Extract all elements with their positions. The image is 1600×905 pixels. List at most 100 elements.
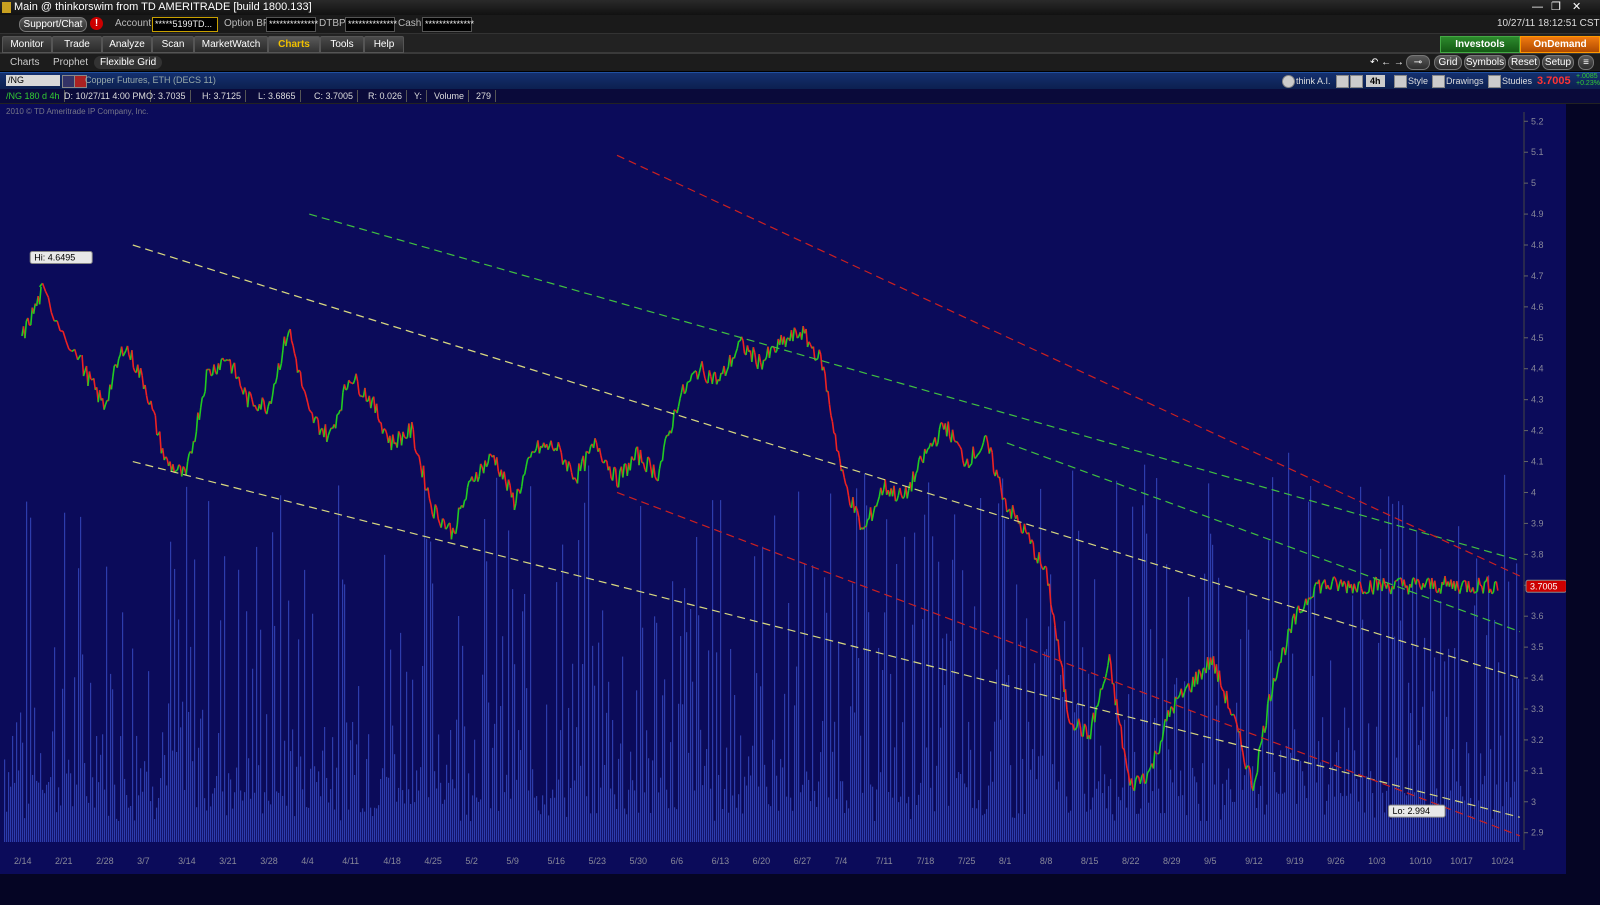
tab-tools[interactable]: Tools — [320, 36, 364, 53]
price-segment — [893, 485, 897, 502]
alert-icon[interactable]: ! — [90, 17, 103, 30]
style-icon[interactable] — [1394, 75, 1407, 88]
crosshair-icon[interactable] — [1336, 75, 1349, 88]
price-segment — [249, 393, 253, 400]
volume-bar — [424, 483, 426, 842]
price-chart[interactable]: 2.933.13.23.33.43.53.63.73.83.944.14.24.… — [0, 104, 1566, 874]
restore-button[interactable]: ❐ — [1551, 0, 1561, 15]
price-segment — [478, 463, 482, 477]
close-button[interactable]: ✕ — [1572, 0, 1581, 15]
volume-bar — [1028, 721, 1030, 842]
volume-bar — [138, 795, 140, 842]
price-segment — [976, 452, 980, 456]
volume-bar — [1340, 793, 1342, 842]
volume-bar — [978, 800, 980, 842]
price-segment — [1491, 591, 1494, 595]
volume-bar — [484, 519, 486, 842]
tab-trade[interactable]: Trade — [52, 36, 102, 53]
volume-bar — [832, 751, 834, 842]
volume-bar — [1364, 812, 1366, 842]
price-segment — [1085, 726, 1089, 740]
subtab-charts[interactable]: Charts — [10, 56, 39, 69]
volume-bar — [412, 679, 414, 842]
price-segment — [1477, 577, 1482, 586]
volume-bar — [364, 811, 366, 842]
volume-bar — [1130, 786, 1132, 842]
investools-button[interactable]: Investools — [1440, 36, 1520, 53]
volume-bar — [798, 491, 800, 842]
volume-bar — [214, 788, 216, 842]
volume-bar — [652, 760, 654, 842]
symbols-button[interactable]: Symbols — [1464, 55, 1506, 70]
price-segment — [377, 418, 381, 423]
volume-bar — [28, 803, 30, 842]
volume-bar — [908, 796, 910, 842]
support-chat-button[interactable]: Support/Chat — [19, 17, 87, 32]
price-segment — [956, 441, 960, 445]
grid-menu-icon[interactable]: ≡ — [1578, 55, 1594, 70]
setup-button[interactable]: Setup — [1542, 55, 1574, 70]
volume-bar — [1158, 788, 1160, 842]
volume-bar — [1396, 757, 1398, 842]
volume-bar — [410, 803, 412, 842]
tab-monitor[interactable]: Monitor — [2, 36, 52, 53]
volume-bar — [1170, 769, 1172, 842]
volume-bar — [1126, 807, 1128, 842]
interval-selector[interactable]: 4h — [1366, 75, 1385, 87]
style-button[interactable]: Style — [1408, 75, 1428, 87]
volume-bar — [472, 795, 474, 842]
volume-bar — [1084, 793, 1086, 842]
volume-bar — [704, 765, 706, 842]
volume-bar — [1494, 619, 1496, 842]
price-segment — [304, 391, 308, 398]
reset-button[interactable]: Reset — [1508, 55, 1540, 70]
volume-bar — [944, 685, 946, 842]
volume-bar — [546, 704, 548, 842]
minimize-button[interactable]: — — [1532, 0, 1543, 15]
price-segment — [352, 379, 356, 385]
volume-bar — [1186, 815, 1188, 842]
tab-charts[interactable]: Charts — [268, 36, 320, 53]
studies-button[interactable]: Studies — [1502, 75, 1532, 87]
price-segment — [753, 352, 758, 365]
tab-analyze[interactable]: Analyze — [102, 36, 152, 53]
volume-bar — [256, 546, 258, 842]
price-segment — [1439, 581, 1443, 594]
price-segment — [846, 486, 850, 497]
chart-canvas[interactable]: 2.933.13.23.33.43.53.63.73.83.944.14.24.… — [0, 104, 1566, 874]
symbol-input[interactable]: /NG — [6, 75, 60, 86]
volume-bar — [1066, 796, 1068, 842]
zoom-icon[interactable] — [1350, 75, 1363, 88]
volume-bar — [1004, 518, 1006, 842]
tab-marketwatch[interactable]: MarketWatch — [194, 36, 268, 53]
time-axis-label: 5/9 — [506, 856, 519, 866]
toolbar-options-button[interactable]: ⊸ — [1406, 55, 1430, 70]
volume-bar — [1070, 810, 1072, 842]
price-segment — [375, 403, 379, 419]
studies-icon[interactable] — [1488, 75, 1501, 88]
volume-bar — [1210, 533, 1212, 842]
price-segment — [233, 362, 237, 379]
time-axis-label: 8/29 — [1163, 856, 1181, 866]
drawings-button[interactable]: Drawings — [1446, 75, 1484, 87]
ondemand-button[interactable]: OnDemand — [1520, 36, 1600, 53]
undo-icon[interactable]: ↶ ← → — [1370, 56, 1404, 69]
volume-bar — [208, 501, 210, 842]
account-selector[interactable]: *****5199TD... — [152, 17, 218, 32]
volume-bar — [186, 486, 188, 842]
price-segment — [877, 496, 881, 502]
tab-scan[interactable]: Scan — [152, 36, 194, 53]
time-axis-label: 2/28 — [96, 856, 114, 866]
volume-bar — [1230, 789, 1232, 842]
subtab-flexible-grid[interactable]: Flexible Grid — [94, 56, 163, 69]
volume-bar — [1346, 795, 1348, 842]
think-ai-icon[interactable] — [1282, 75, 1295, 88]
tab-help[interactable]: Help — [364, 36, 404, 53]
volume-bar — [448, 782, 450, 842]
price-segment — [687, 380, 690, 384]
subtab-prophet[interactable]: Prophet — [53, 56, 88, 69]
drawings-icon[interactable] — [1432, 75, 1445, 88]
think-ai-button[interactable]: think A.I. — [1296, 75, 1331, 87]
grid-button[interactable]: Grid — [1434, 55, 1462, 70]
volume-bar — [1090, 809, 1092, 842]
